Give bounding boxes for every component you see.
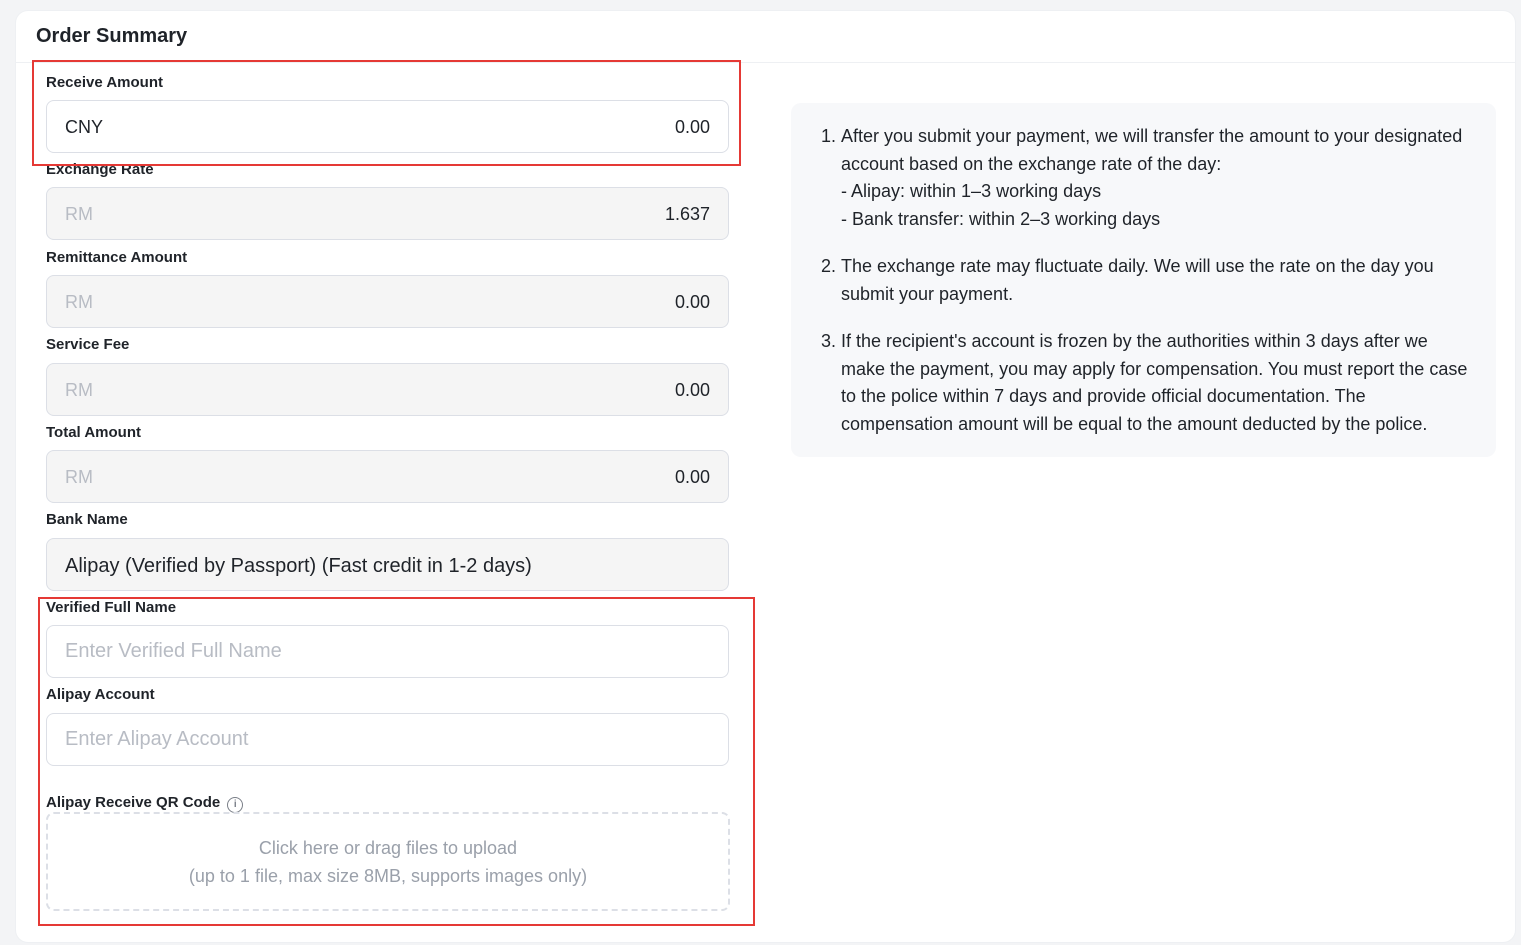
receive-amount-label: Receive Amount — [46, 74, 163, 91]
qr-code-label-row: Alipay Receive QR Code i — [46, 794, 244, 813]
full-name-field[interactable] — [46, 625, 729, 678]
total-amount-label: Total Amount — [46, 424, 141, 441]
qr-code-label: Alipay Receive QR Code — [46, 794, 221, 811]
full-name-label: Verified Full Name — [46, 599, 177, 616]
note-item-2: The exchange rate may fluctuate daily. W… — [841, 253, 1472, 308]
remittance-amount-label: Remittance Amount — [46, 249, 188, 266]
alipay-account-label: Alipay Account — [46, 686, 155, 703]
alipay-account-field[interactable] — [46, 713, 729, 766]
note-2-text: The exchange rate may fluctuate daily. W… — [841, 256, 1434, 304]
note-1-bank: - Bank transfer: within 2–3 working days — [841, 208, 1161, 229]
note-3-text: If the recipient's account is frozen by … — [841, 331, 1468, 434]
total-amount-value: 0.00 — [674, 467, 710, 487]
qr-upload-dropzone[interactable]: Click here or drag files to upload (up t… — [46, 812, 730, 911]
note-item-3: If the recipient's account is frozen by … — [841, 328, 1472, 438]
service-fee-label: Service Fee — [46, 336, 130, 353]
note-1-text: After you submit your payment, we will t… — [841, 126, 1463, 174]
remittance-currency: RM — [65, 292, 93, 312]
service-fee-currency: RM — [65, 380, 93, 400]
upload-constraints: (up to 1 file, max size 8MB, supports im… — [188, 866, 588, 886]
remittance-amount-field: RM 0.00 — [46, 275, 729, 328]
service-fee-field: RM 0.00 — [46, 363, 729, 416]
service-fee-value: 0.00 — [674, 380, 710, 400]
exchange-rate-value: 1.637 — [664, 204, 710, 224]
full-name-input[interactable] — [47, 626, 728, 677]
receive-currency: CNY — [65, 117, 104, 137]
bank-name-field: Alipay (Verified by Passport) (Fast cred… — [46, 538, 729, 591]
bank-name-label: Bank Name — [46, 511, 128, 528]
exchange-rate-field: RM 1.637 — [46, 187, 729, 240]
info-icon[interactable]: i — [227, 797, 244, 813]
receive-amount-field[interactable]: CNY 0.00 — [46, 100, 729, 153]
alipay-account-input[interactable] — [47, 714, 728, 765]
total-amount-field: RM 0.00 — [46, 450, 729, 503]
page-title: Order Summary — [36, 25, 188, 47]
card-header: Order Summary — [16, 11, 1515, 63]
exchange-rate-currency: RM — [65, 204, 93, 224]
upload-hint: Click here or drag files to upload — [258, 838, 518, 858]
note-item-1: After you submit your payment, we will t… — [841, 123, 1472, 233]
total-amount-currency: RM — [65, 467, 93, 487]
note-1-alipay: - Alipay: within 1–3 working days — [841, 181, 1102, 201]
remittance-amount-value: 0.00 — [674, 292, 710, 312]
bank-name-value: Alipay (Verified by Passport) (Fast cred… — [65, 555, 532, 577]
receive-amount-value: 0.00 — [674, 117, 710, 137]
exchange-rate-label: Exchange Rate — [46, 161, 154, 178]
notes-list: After you submit your payment, we will t… — [791, 103, 1496, 438]
notes-panel: After you submit your payment, we will t… — [791, 103, 1496, 457]
